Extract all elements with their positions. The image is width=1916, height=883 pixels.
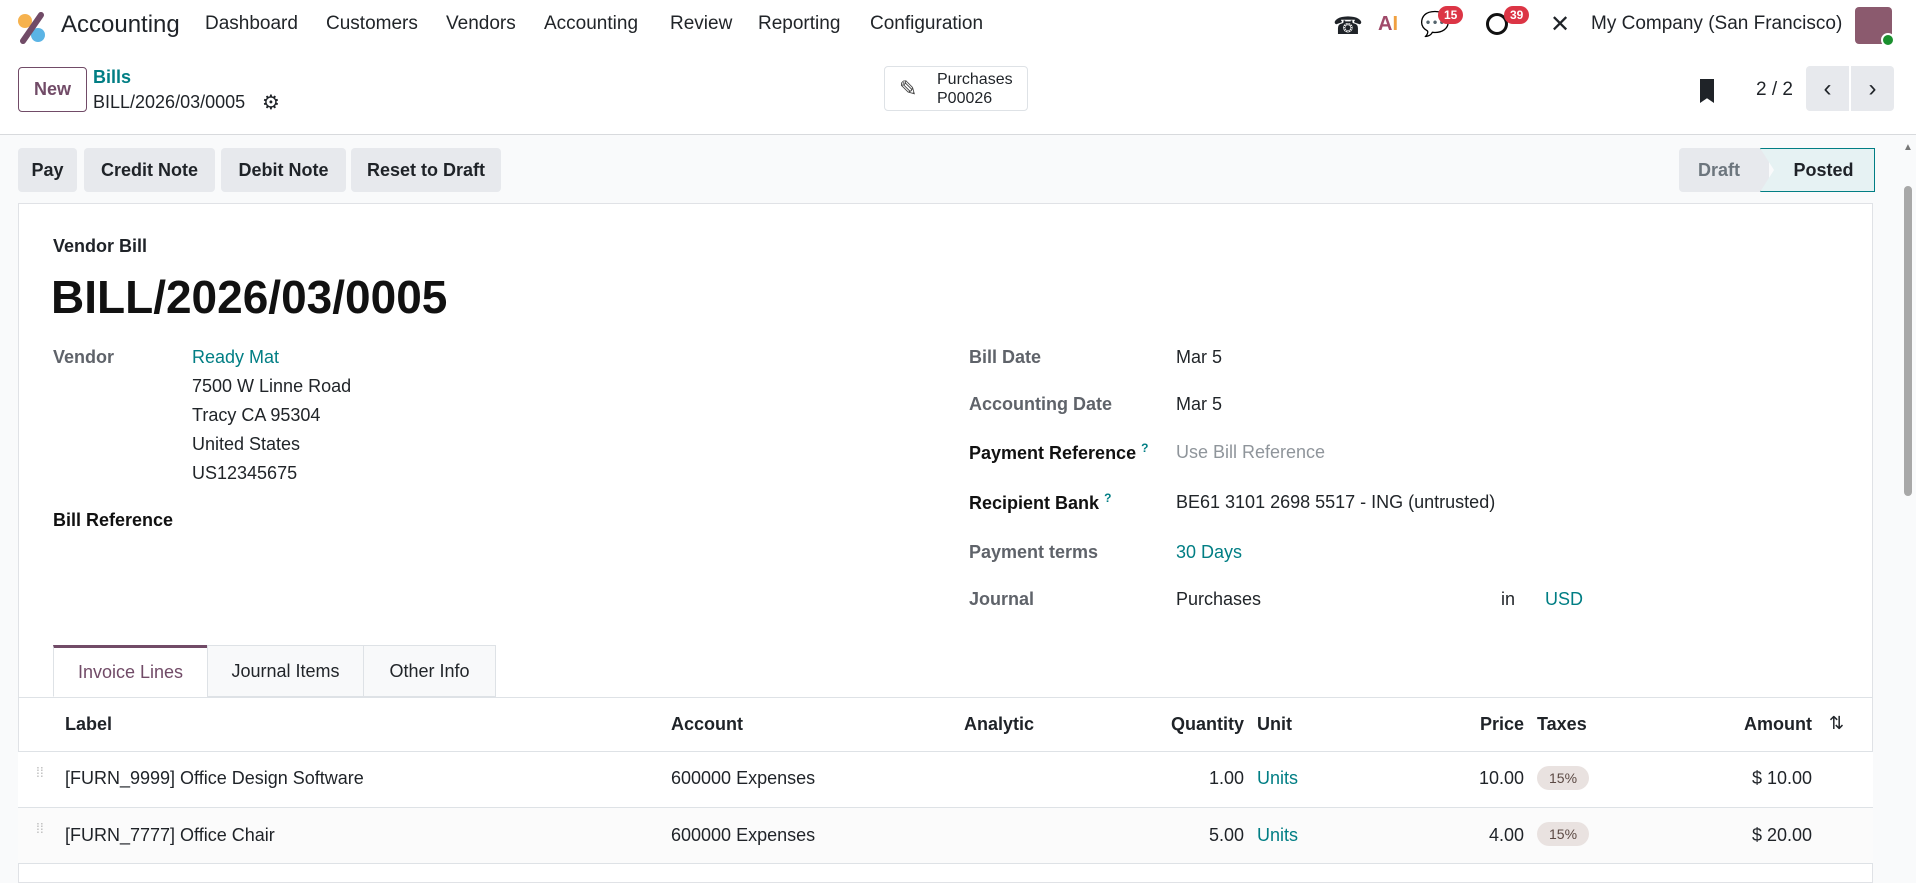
menu-customers[interactable]: Customers	[326, 13, 418, 35]
tab-other-info[interactable]: Other Info	[363, 645, 496, 697]
edit-icon: ✎	[899, 76, 918, 101]
help-tooltip-icon[interactable]: ?	[1141, 441, 1148, 455]
vendor-label: Vendor	[53, 347, 115, 367]
line-unit[interactable]: Units	[1257, 768, 1298, 789]
tools-icon[interactable]: ✕	[1550, 10, 1570, 39]
menu-vendors[interactable]: Vendors	[446, 13, 516, 35]
bill-reference-input[interactable]	[192, 505, 932, 537]
header-quantity[interactable]: Quantity	[1171, 714, 1244, 735]
header-analytic[interactable]: Analytic	[964, 714, 1034, 735]
payment-terms-label: Payment terms	[969, 542, 1099, 562]
activities-badge: 39	[1504, 6, 1530, 24]
menu-review[interactable]: Review	[670, 13, 732, 35]
document-title: BILL/2026/03/0005	[51, 271, 448, 323]
optional-columns-toggle-icon[interactable]: ⇅	[1829, 713, 1844, 734]
debit-note-button[interactable]: Debit Note	[221, 148, 346, 192]
line-label[interactable]: [FURN_7777] Office Chair	[65, 825, 275, 846]
line-amount: $ 10.00	[1751, 768, 1812, 788]
header-taxes[interactable]: Taxes	[1537, 714, 1587, 735]
smart-button-label: Purchases	[937, 71, 1013, 88]
line-label[interactable]: [FURN_9999] Office Design Software	[65, 768, 364, 789]
pager-value[interactable]: 2 / 2	[1756, 79, 1793, 101]
header-amount[interactable]: Amount	[1744, 714, 1812, 735]
online-status-dot	[1881, 33, 1895, 47]
top-navbar: Accounting Dashboard Customers Vendors A…	[0, 0, 1916, 58]
table-header	[18, 698, 1873, 752]
purchases-smart-button[interactable]: ✎ Purchases P00026	[884, 66, 1028, 111]
payment-reference-label: Payment Reference ?	[969, 441, 1148, 464]
next-record-button[interactable]: ›	[1851, 66, 1894, 111]
breadcrumb-bills[interactable]: Bills	[93, 67, 131, 88]
previous-record-button[interactable]: ‹	[1806, 66, 1849, 111]
vendor-address-line: United States	[192, 434, 301, 454]
new-button[interactable]: New	[18, 67, 87, 112]
journal-field[interactable]: Purchases	[1176, 589, 1261, 610]
pay-button[interactable]: Pay	[18, 148, 77, 192]
line-unit[interactable]: Units	[1257, 825, 1298, 846]
line-price[interactable]: 10.00	[1479, 768, 1524, 789]
line-quantity[interactable]: 5.00	[1209, 825, 1244, 846]
recipient-bank-field[interactable]: BE61 3101 2698 5517 - ING (untrusted)	[1176, 492, 1495, 513]
vendor-vat: US12345675	[192, 463, 298, 483]
tab-invoice-lines[interactable]: Invoice Lines	[53, 645, 208, 697]
scrollbar-thumb[interactable]	[1904, 186, 1912, 496]
line-account[interactable]: 600000 Expenses	[671, 768, 815, 789]
accounting-date-label: Accounting Date	[969, 394, 1113, 414]
credit-note-button[interactable]: Credit Note	[84, 148, 215, 192]
journal-label: Journal	[969, 589, 1035, 609]
tax-badge[interactable]: 15%	[1537, 766, 1590, 790]
bill-reference-label: Bill Reference	[53, 510, 174, 530]
bill-date-field[interactable]: Mar 5	[1176, 347, 1222, 368]
bill-date-label: Bill Date	[969, 347, 1042, 367]
menu-reporting[interactable]: Reporting	[758, 13, 840, 35]
app-logo-icon[interactable]	[17, 12, 47, 44]
phone-icon[interactable]: ☎	[1333, 12, 1363, 41]
payment-terms-link[interactable]: 30 Days	[1176, 542, 1242, 563]
menu-accounting[interactable]: Accounting	[544, 13, 638, 35]
header-label[interactable]: Label	[65, 714, 112, 735]
smart-button-value: P00026	[937, 90, 993, 107]
header-price[interactable]: Price	[1480, 714, 1524, 735]
vendor-name-link[interactable]: Ready Mat	[192, 347, 279, 368]
tax-badge[interactable]: 15%	[1537, 822, 1590, 846]
table-row[interactable]	[18, 808, 1873, 864]
status-posted[interactable]: Posted	[1760, 148, 1875, 192]
payment-reference-label-text: Payment Reference	[969, 443, 1137, 463]
avatar[interactable]	[1855, 7, 1895, 47]
journal-in-text: in	[1501, 589, 1516, 609]
line-price[interactable]: 4.00	[1489, 825, 1524, 846]
document-type: Vendor Bill	[53, 236, 148, 256]
record-name: BILL/2026/03/0005	[93, 92, 246, 112]
line-account[interactable]: 600000 Expenses	[671, 825, 815, 846]
status-draft[interactable]: Draft	[1679, 148, 1769, 192]
menu-configuration[interactable]: Configuration	[870, 13, 983, 35]
line-quantity[interactable]: 1.00	[1209, 768, 1244, 789]
header-account[interactable]: Account	[671, 714, 743, 735]
reset-to-draft-button[interactable]: Reset to Draft	[351, 148, 501, 192]
ai-icon[interactable]: AI	[1378, 13, 1398, 36]
gear-icon[interactable]: ⚙	[262, 90, 280, 115]
vendor-address-line: 7500 W Linne Road	[192, 376, 352, 396]
payment-reference-input[interactable]: Use Bill Reference	[1176, 442, 1325, 463]
menu-dashboard[interactable]: Dashboard	[205, 13, 298, 35]
tab-journal-items[interactable]: Journal Items	[207, 645, 364, 697]
help-tooltip-icon[interactable]: ?	[1104, 491, 1111, 505]
bookmark-icon[interactable]	[1700, 79, 1714, 103]
currency-link[interactable]: USD	[1545, 589, 1583, 610]
drag-handle-icon[interactable]: ⁞⁞	[36, 821, 44, 835]
scroll-up-arrow[interactable]: ▲	[1903, 142, 1913, 153]
vendor-address-line: Tracy CA 95304	[192, 405, 321, 425]
recipient-bank-label: Recipient Bank ?	[969, 491, 1111, 514]
accounting-date-field[interactable]: Mar 5	[1176, 394, 1222, 415]
control-panel: New Bills BILL/2026/03/0005 ⚙ ✎ Purchase…	[0, 58, 1916, 135]
recipient-bank-label-text: Recipient Bank	[969, 493, 1100, 513]
messages-badge: 15	[1438, 6, 1464, 24]
scrollbar[interactable]: ▲	[1900, 138, 1916, 866]
drag-handle-icon[interactable]: ⁞⁞	[36, 765, 44, 779]
header-unit[interactable]: Unit	[1257, 714, 1292, 735]
company-switcher[interactable]: My Company (San Francisco)	[1591, 13, 1842, 35]
line-amount: $ 20.00	[1751, 825, 1812, 845]
app-name[interactable]: Accounting	[61, 11, 180, 39]
